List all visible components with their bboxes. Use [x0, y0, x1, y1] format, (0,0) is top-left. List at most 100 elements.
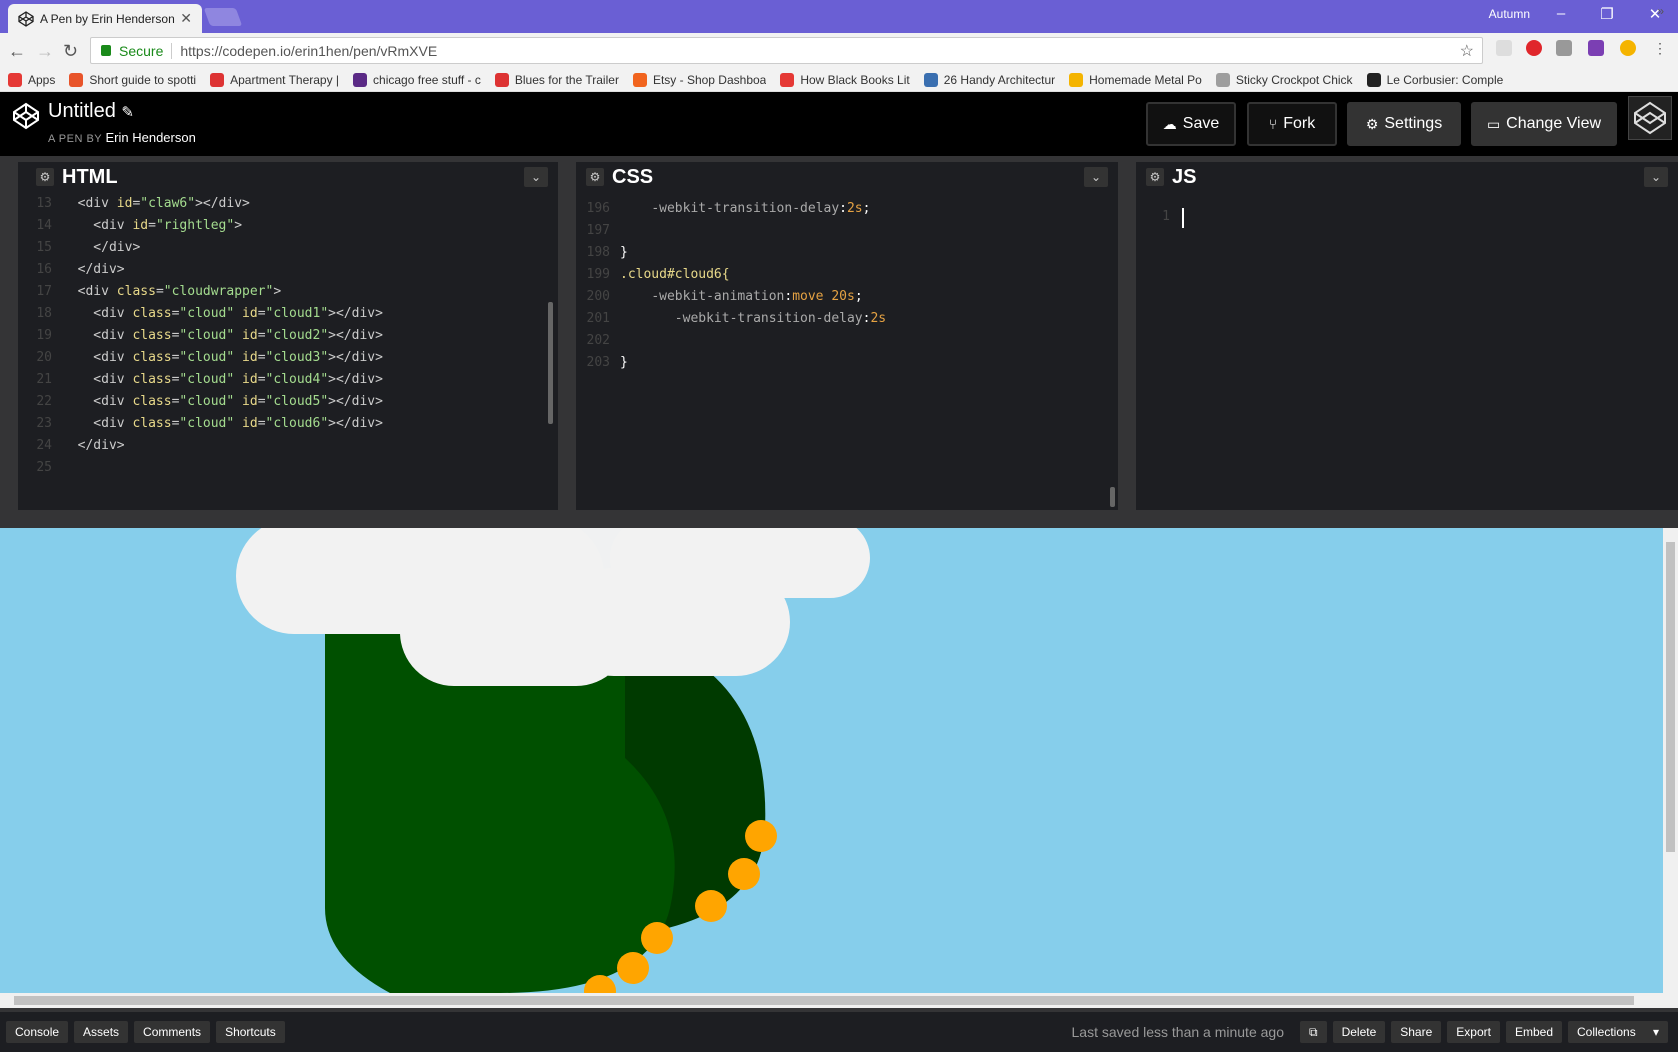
onenote-icon[interactable]	[1588, 40, 1604, 56]
extension-icon[interactable]	[1556, 40, 1572, 56]
css-editor[interactable]: ⚙ CSS ⌄ 196 -webkit-transition-delay:2s;…	[576, 162, 1118, 510]
delete-button[interactable]: Delete	[1332, 1021, 1386, 1043]
bookmark-item[interactable]: Blues for the Trailer	[494, 73, 619, 87]
line-number: 21	[36, 372, 52, 387]
claw-shape	[728, 858, 760, 890]
embed-button[interactable]: Embed	[1505, 1021, 1562, 1043]
code-line[interactable]: 16 </div>	[18, 259, 558, 281]
code-line[interactable]: 23 <div class="cloud" id="cloud6"></div>	[18, 413, 558, 435]
preview-horizontal-scrollbar[interactable]	[0, 993, 1678, 1008]
code-line[interactable]: 203}	[576, 352, 1118, 374]
collections-button[interactable]: Collections ▾	[1568, 1021, 1668, 1043]
reload-icon[interactable]: ↻	[63, 41, 78, 62]
css-code[interactable]: 196 -webkit-transition-delay:2s; 197 198} 1…	[576, 198, 1118, 374]
maximize-icon[interactable]: ❐	[1592, 5, 1622, 23]
code-text: -webkit-transition-delay:2s	[674, 311, 887, 326]
editor-resize-handle[interactable]	[1118, 156, 1136, 510]
preview-vertical-scrollbar[interactable]	[1663, 528, 1678, 993]
forward-icon[interactable]: →	[36, 41, 54, 62]
assets-button[interactable]: Assets	[74, 1021, 129, 1043]
code-line[interactable]: 15 </div>	[18, 237, 558, 259]
code-line[interactable]: 14 <div id="rightleg">	[18, 215, 558, 237]
code-line[interactable]: 197	[576, 220, 1118, 242]
bookmark-star-icon[interactable]: ☆	[1460, 41, 1474, 61]
bookmark-item[interactable]: Short guide to spotti	[69, 73, 196, 87]
new-tab-button[interactable]	[203, 8, 243, 26]
bookmark-item[interactable]: Etsy - Shop Dashboa	[632, 73, 766, 87]
js-collapse-icon[interactable]: ⌄	[1644, 167, 1668, 187]
settings-button[interactable]: ⚙ Settings	[1347, 102, 1461, 146]
code-line[interactable]: 201 -webkit-transition-delay:2s	[576, 308, 1118, 330]
code-line[interactable]: 200 -webkit-animation:move 20s;	[576, 286, 1118, 308]
css-settings-icon[interactable]: ⚙	[586, 168, 604, 186]
preview-resize-handle[interactable]	[0, 510, 1678, 528]
html-collapse-icon[interactable]: ⌄	[524, 167, 548, 187]
editor-resize-handle[interactable]	[558, 156, 576, 510]
scrollbar-thumb[interactable]	[14, 996, 1634, 1005]
bookmark-item[interactable]: 26 Handy Architectur	[923, 73, 1055, 87]
bookmark-item[interactable]: chicago free stuff - c	[353, 73, 481, 87]
bookmark-item[interactable]: Homemade Metal Po	[1069, 73, 1202, 87]
js-code[interactable]: 1	[1136, 206, 1678, 228]
code-line[interactable]: 25	[18, 457, 558, 479]
code-line[interactable]: 24 </div>	[18, 435, 558, 457]
html-code[interactable]: 13 <div id="claw6"></div> 14 <div id="rig…	[18, 193, 558, 479]
author-link[interactable]: Erin Henderson	[106, 130, 196, 145]
opera-icon[interactable]	[1526, 40, 1542, 56]
bookmark-item[interactable]: Sticky Crockpot Chick	[1215, 73, 1353, 87]
line-number: 203	[586, 355, 610, 370]
browser-tab[interactable]: A Pen by Erin Henderson ✕	[8, 4, 202, 33]
js-settings-icon[interactable]: ⚙	[1146, 168, 1164, 186]
save-button[interactable]: ☁ Save	[1146, 102, 1236, 146]
html-editor[interactable]: ⚙ HTML ⌄ 13 <div id="claw6"></div> 14 <di…	[18, 162, 558, 510]
code-line[interactable]: 1	[1136, 206, 1678, 228]
bookmark-item[interactable]: How Black Books Lit	[780, 73, 910, 87]
menu-icon[interactable]: ⋮	[1652, 40, 1668, 56]
fork-button[interactable]: ⑂ Fork	[1247, 102, 1337, 146]
minimize-icon[interactable]: –	[1546, 5, 1576, 22]
css-collapse-icon[interactable]: ⌄	[1084, 167, 1108, 187]
bookmark-item[interactable]: Le Corbusier: Comple	[1366, 73, 1503, 87]
comments-button[interactable]: Comments	[134, 1021, 211, 1043]
profile-name[interactable]: Autumn	[1489, 7, 1530, 21]
lightbulb-icon[interactable]	[1620, 40, 1636, 56]
code-line[interactable]: 18 <div class="cloud" id="cloud1"></div>	[18, 303, 558, 325]
open-external-icon[interactable]: ⧉	[1299, 1021, 1327, 1043]
code-line[interactable]: 17 <div class="cloudwrapper">	[18, 281, 558, 303]
bookmarks-more-icon[interactable]: »	[1657, 4, 1664, 18]
html-settings-icon[interactable]: ⚙	[36, 168, 54, 186]
code-line[interactable]: 13 <div id="claw6"></div>	[18, 193, 558, 215]
url-input[interactable]: Secure https://codepen.io/erin1hen/pen/v…	[90, 37, 1483, 64]
scrollbar-thumb[interactable]	[1666, 542, 1675, 852]
pen-title[interactable]: Untitled ✎	[48, 100, 134, 123]
tab-close-icon[interactable]: ✕	[180, 10, 192, 27]
bookmark-item[interactable]: Apartment Therapy |	[210, 73, 339, 87]
export-button[interactable]: Export	[1447, 1021, 1500, 1043]
code-line[interactable]: 199 .cloud#cloud6{	[576, 264, 1118, 286]
collections-label: Collections	[1577, 1025, 1636, 1039]
edit-title-icon[interactable]: ✎	[121, 104, 134, 121]
code-line[interactable]: 198}	[576, 242, 1118, 264]
shortcuts-button[interactable]: Shortcuts	[216, 1021, 285, 1043]
codepen-logo-icon[interactable]	[12, 102, 40, 130]
avatar[interactable]	[1628, 96, 1672, 140]
change-view-button[interactable]: ▭ Change View	[1471, 102, 1617, 146]
preview-pane[interactable]	[0, 528, 1663, 993]
css-scrollbar[interactable]	[1110, 487, 1115, 507]
code-line[interactable]: 202	[576, 330, 1118, 352]
js-editor-header: ⚙ JS ⌄	[1136, 162, 1678, 192]
code-line[interactable]: 196 -webkit-transition-delay:2s;	[576, 198, 1118, 220]
code-line[interactable]: 19 <div class="cloud" id="cloud2"></div>	[18, 325, 558, 347]
code-line[interactable]: 21 <div class="cloud" id="cloud4"></div>	[18, 369, 558, 391]
editor-resize-handle[interactable]	[0, 156, 18, 510]
back-icon[interactable]: ←	[8, 41, 26, 62]
code-line[interactable]: 22 <div class="cloud" id="cloud5"></div>	[18, 391, 558, 413]
extension-icon[interactable]	[1496, 40, 1512, 56]
js-editor[interactable]: ⚙ JS ⌄ 1	[1136, 162, 1678, 510]
code-line[interactable]: 20 <div class="cloud" id="cloud3"></div>	[18, 347, 558, 369]
console-button[interactable]: Console	[6, 1021, 69, 1043]
share-button[interactable]: Share	[1391, 1021, 1442, 1043]
bookmark-item[interactable]: Apps	[8, 73, 55, 87]
html-scrollbar[interactable]	[548, 302, 553, 424]
window-close-icon[interactable]: ✕	[1640, 5, 1670, 23]
